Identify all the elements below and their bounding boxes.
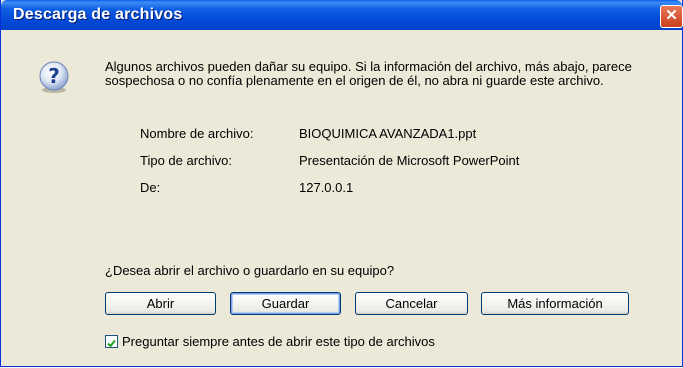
question-icon: ? (39, 61, 69, 93)
file-type-label: Tipo de archivo: (140, 153, 233, 168)
save-button[interactable]: Guardar (230, 292, 341, 315)
always-ask-checkbox[interactable] (105, 335, 118, 348)
more-info-button[interactable]: Más información (481, 292, 629, 315)
file-name-value: BIOQUIMICA AVANZADA1.ppt (299, 126, 477, 141)
title-bar[interactable]: Descarga de archivos ✕ (1, 0, 683, 30)
file-name-label: Nombre de archivo: (140, 126, 254, 141)
file-source-value: 127.0.0.1 (299, 180, 354, 195)
file-type-value: Presentación de Microsoft PowerPoint (299, 153, 520, 168)
dialog-body: ? Algunos archivos pueden dañar su equip… (1, 30, 682, 366)
cancel-button[interactable]: Cancelar (355, 292, 468, 315)
warning-message: Algunos archivos pueden dañar su equipo.… (105, 59, 632, 88)
open-button[interactable]: Abrir (105, 292, 216, 315)
always-ask-label: Preguntar siempre antes de abrir este ti… (122, 334, 435, 349)
checkmark-icon (107, 339, 116, 348)
file-download-dialog: Descarga de archivos ✕ ? Algunos archivo… (0, 0, 683, 367)
svg-text:?: ? (48, 64, 60, 88)
prompt-question: ¿Desea abrir el archivo o guardarlo en s… (105, 263, 395, 278)
close-button[interactable]: ✕ (660, 5, 683, 28)
dialog-title: Descarga de archivos (13, 6, 183, 23)
file-source-label: De: (140, 180, 161, 195)
close-icon: ✕ (665, 7, 678, 24)
